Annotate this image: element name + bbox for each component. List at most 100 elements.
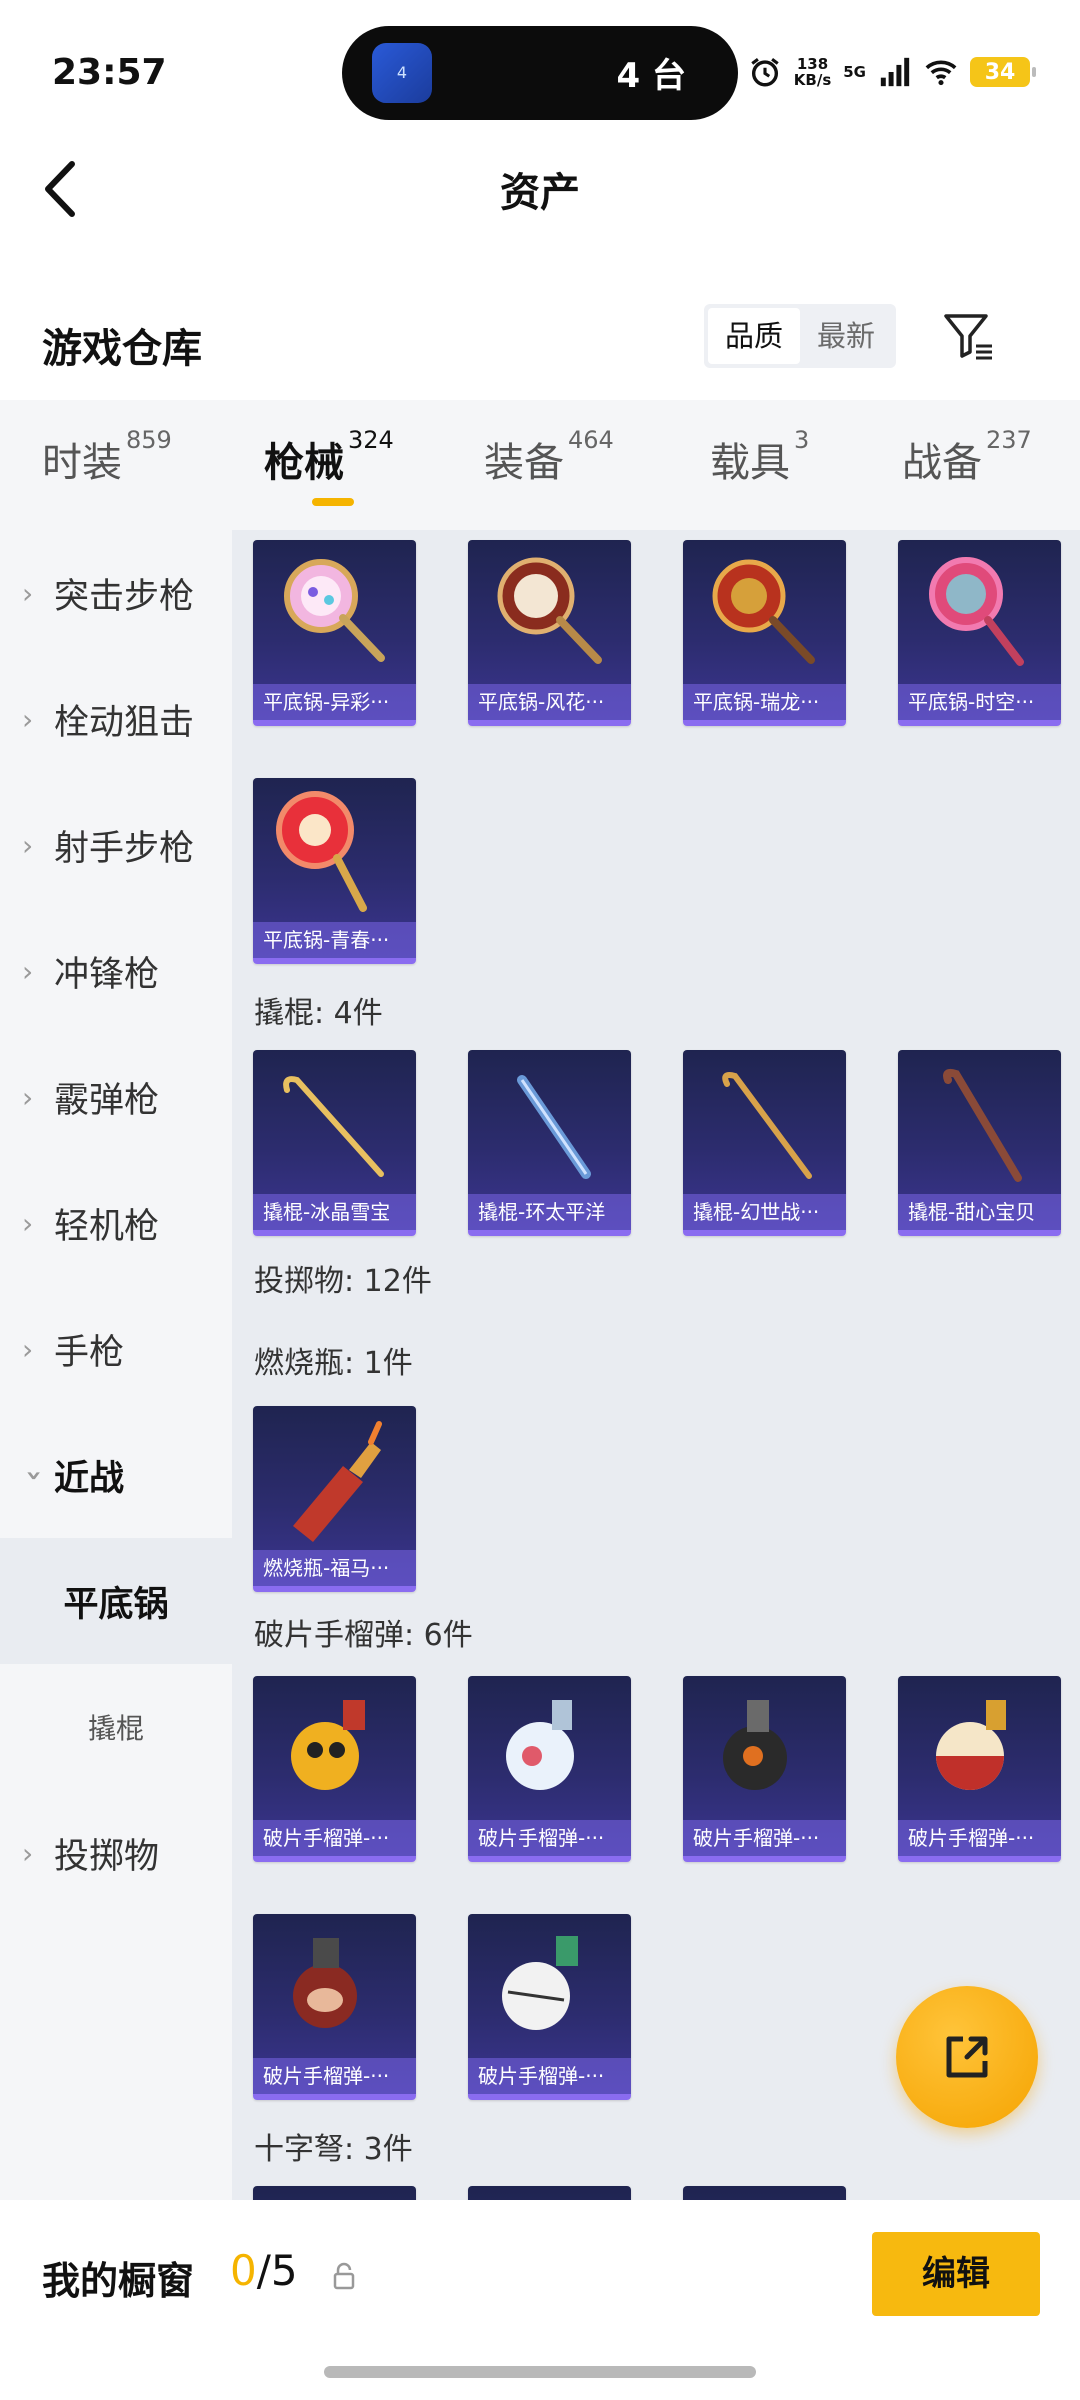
warehouse-title: 游戏仓库 [42, 326, 202, 372]
sidebar-item-throwables[interactable]: › 投掷物 [0, 1790, 232, 1916]
showcase-bar: 我的橱窗 0/5 编辑 [0, 2200, 1080, 2400]
item-card[interactable] [468, 2186, 631, 2200]
chevron-right-icon: › [22, 1206, 34, 1240]
tab-active-indicator [312, 498, 354, 506]
sidebar-item-label: 投掷物 [54, 1836, 160, 1877]
item-card[interactable]: 破片手榴弹-··· [468, 1914, 631, 2100]
item-card-label: 平底锅-风花··· [468, 684, 631, 720]
nav-header: 资产 [0, 140, 1080, 250]
tab-vehicles[interactable]: 载具 3 [710, 426, 809, 488]
crowbar-item-image [517, 1075, 591, 1179]
share-fab[interactable] [896, 1986, 1038, 2128]
crowbar-item-image [283, 1076, 384, 1177]
pan-item-image [712, 559, 815, 664]
sidebar-item-label: 轻机枪 [54, 1206, 160, 1247]
item-card-label: 撬棍-冰晶雪宝 [253, 1194, 416, 1230]
item-card[interactable]: 撬棍-冰晶雪宝 [253, 1050, 416, 1236]
sidebar-subitem-crowbar[interactable]: 撬棍 [0, 1664, 232, 1790]
edit-button[interactable]: 编辑 [872, 2232, 1040, 2316]
item-card[interactable]: 撬棍-甜心宝贝 [898, 1050, 1061, 1236]
showcase-title: 我的橱窗 [42, 2259, 195, 2303]
sidebar-item-label: 近战 [54, 1458, 125, 1499]
sidebar-item-lmg[interactable]: › 轻机枪 [0, 1160, 232, 1286]
tab-count: 859 [126, 426, 172, 454]
item-card-label: 平底锅-青春··· [253, 922, 416, 958]
showcase-count: 0/5 [230, 2246, 298, 2295]
sidebar-item-label: 射手步枪 [54, 828, 195, 869]
alarm-icon [751, 58, 779, 87]
home-indicator[interactable] [324, 2366, 756, 2378]
item-card-label: 平底锅-瑞龙··· [683, 684, 846, 720]
chevron-right-icon: › [22, 1080, 34, 1114]
item-card[interactable]: 平底锅-时空··· [898, 540, 1061, 726]
item-card-label: 破片手榴弹-··· [898, 1820, 1061, 1856]
grenade-item-image [936, 1700, 1006, 1790]
sidebar-item-label: 突击步枪 [54, 576, 195, 617]
item-card[interactable] [253, 2186, 416, 2200]
molotov-item-image [293, 1421, 382, 1542]
status-bar: 23:57 4 4 台 138 KB/s 5G 34 [0, 0, 1080, 140]
showcase-total: /5 [256, 2246, 298, 2295]
item-card-label: 破片手榴弹-··· [253, 2058, 416, 2094]
item-card[interactable]: 撬棍-幻世战··· [683, 1050, 846, 1236]
weapon-type-sidebar: › 突击步枪 › 栓动狙击 › 射手步枪 › 冲锋枪 › 霰弹枪 › 轻机枪 › 手枪 › 近战… [0, 530, 232, 2200]
filter-icon[interactable] [940, 308, 996, 364]
network-label: 5G [843, 63, 866, 81]
dynamic-island[interactable]: 4 4 台 [342, 26, 738, 120]
tab-fashion[interactable]: 时装 859 [42, 426, 172, 488]
pan-item-image [929, 557, 1024, 666]
sidebar-item-assault-rifle[interactable]: › 突击步枪 [0, 530, 232, 656]
group-label-molotov: 燃烧瓶: 1件 [254, 1346, 413, 1381]
sidebar-item-bolt-sniper[interactable]: › 栓动狙击 [0, 656, 232, 782]
tab-label: 时装 [42, 440, 122, 486]
sidebar-item-melee[interactable]: › 近战 [0, 1412, 232, 1538]
sidebar-item-pistol[interactable]: › 手枪 [0, 1286, 232, 1412]
item-card[interactable]: 破片手榴弹-··· [253, 1676, 416, 1862]
item-card[interactable] [683, 2186, 846, 2200]
item-card[interactable]: 平底锅-异彩··· [253, 540, 416, 726]
pan-item-image [276, 791, 367, 912]
sort-newest-option[interactable]: 最新 [800, 308, 892, 364]
item-card[interactable]: 平底锅-青春··· [253, 778, 416, 964]
sidebar-item-marksman-rifle[interactable]: › 射手步枪 [0, 782, 232, 908]
item-card[interactable]: 燃烧瓶-福马··· [253, 1406, 416, 1592]
grenade-item-image [291, 1700, 365, 1790]
group-label-crowbar: 撬棍: 4件 [254, 996, 383, 1031]
item-card-label: 破片手榴弹-··· [683, 1820, 846, 1856]
pan-item-image [284, 559, 385, 662]
tab-count: 237 [986, 426, 1032, 454]
sidebar-item-smg[interactable]: › 冲锋枪 [0, 908, 232, 1034]
group-label-frag: 破片手榴弹: 6件 [254, 1618, 473, 1653]
tab-supplies[interactable]: 战备 237 [902, 426, 1032, 488]
tab-count: 464 [568, 426, 614, 454]
sidebar-item-shotgun[interactable]: › 霰弹枪 [0, 1034, 232, 1160]
sort-quality-option[interactable]: 品质 [708, 308, 800, 364]
page-title: 资产 [500, 170, 580, 216]
pan-item-image [497, 557, 602, 664]
signal-icon [880, 57, 910, 87]
sidebar-subitem-pan[interactable]: 平底锅 [0, 1538, 232, 1664]
chevron-down-icon: › [18, 1469, 52, 1481]
net-speed-value: 138 [796, 55, 829, 73]
item-card[interactable]: 破片手榴弹-··· [683, 1676, 846, 1862]
lock-icon [333, 2262, 355, 2290]
wifi-icon [925, 60, 957, 86]
item-card[interactable]: 平底锅-风花··· [468, 540, 631, 726]
chevron-right-icon: › [22, 1836, 34, 1870]
tab-label: 枪械 [264, 440, 344, 486]
chevron-right-icon: › [22, 954, 34, 988]
sidebar-item-label: 栓动狙击 [54, 702, 195, 743]
grenade-item-image [293, 1938, 357, 2028]
item-card[interactable]: 破片手榴弹-··· [468, 1676, 631, 1862]
item-card-label: 撬棍-甜心宝贝 [898, 1194, 1061, 1230]
tab-firearms[interactable]: 枪械 324 [264, 426, 394, 488]
tab-equipment[interactable]: 装备 464 [484, 426, 614, 488]
item-card[interactable]: 破片手榴弹-··· [898, 1676, 1061, 1862]
group-label-crossbow: 十字弩: 3件 [254, 2132, 413, 2167]
item-card-label: 破片手榴弹-··· [253, 1820, 416, 1856]
grenade-item-image [723, 1700, 787, 1790]
item-card[interactable]: 撬棍-环太平洋 [468, 1050, 631, 1236]
item-card[interactable]: 破片手榴弹-··· [253, 1914, 416, 2100]
item-card[interactable]: 平底锅-瑞龙··· [683, 540, 846, 726]
tab-count: 3 [794, 426, 810, 454]
